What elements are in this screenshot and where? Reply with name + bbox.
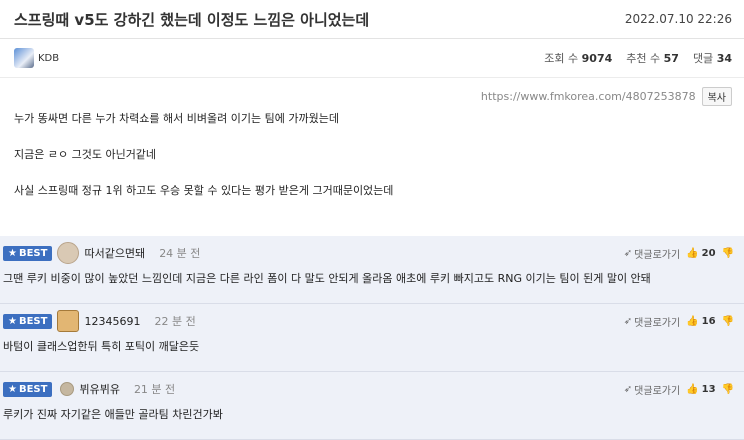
best-badge: ★ BEST — [3, 245, 53, 261]
downvote-button[interactable]: 👎 — [722, 248, 734, 259]
comment-time: 22 분 전 — [154, 315, 196, 328]
thumbs-up-icon: 👍 — [686, 248, 699, 259]
comment-nick[interactable]: 따서같으면돼 — [84, 245, 145, 261]
thumbs-down-icon: 👎 — [721, 384, 734, 395]
comment-actions: ➶ 댓글로가기 👍 16 👎 — [624, 314, 734, 329]
body-paragraph: 사실 스프링때 정규 1위 하고도 우승 못할 수 있다는 평가 받은게 그거때… — [14, 184, 394, 197]
post-meta: KDB 조회 수 9074 추천 수 57 댓글 34 — [0, 39, 744, 78]
comment-item: ★ BEST 12345691 22 분 전 ➶ 댓글로가기 👍 16 👎 바텀이 클… — [0, 304, 744, 372]
downvote-button[interactable]: 👎 — [722, 384, 734, 395]
reply-link[interactable]: ➶ 댓글로가기 — [624, 382, 680, 397]
comments-stat: 댓글 34 — [692, 52, 732, 65]
body-paragraph: 지금은 ㄹㅇ 그것도 아닌거같네 — [14, 148, 157, 161]
body-paragraph: 누가 똥싸면 다른 누가 차력쇼를 해서 비벼올려 이기는 팀에 가까웠는데 — [14, 112, 339, 125]
upvote-button[interactable]: 👍 13 — [686, 384, 715, 395]
upvote-button[interactable]: 👍 20 — [686, 248, 715, 259]
comment-actions: ➶ 댓글로가기 👍 20 👎 — [624, 246, 734, 261]
post-url[interactable]: https://www.fmkorea.com/4807253878 — [481, 90, 696, 103]
comment-text: 루키가 진짜 자기같은 애들만 골라팀 차린건가봐 — [3, 408, 223, 421]
thumbs-up-icon: 👍 — [686, 384, 699, 395]
post-date: 2022.07.10 22:26 — [624, 12, 732, 26]
post-stats: 조회 수 9074 추천 수 57 댓글 34 — [544, 50, 732, 66]
thumbs-up-icon: 👍 — [686, 316, 699, 327]
star-icon: ★ — [8, 247, 17, 259]
comment-text: 바텀이 클래스업한뒤 특히 포틱이 깨달은듯 — [3, 340, 200, 353]
comment-item: ★ BEST 뷔유뷔유 21 분 전 ➶ 댓글로가기 👍 13 👎 루키가 진짜 자기… — [0, 372, 744, 440]
downvote-button[interactable]: 👎 — [722, 316, 734, 327]
author[interactable]: KDB — [14, 48, 59, 68]
star-icon: ★ — [8, 315, 17, 327]
comment-time: 21 분 전 — [133, 383, 176, 396]
thumbs-down-icon: 👎 — [721, 316, 734, 327]
reply-link[interactable]: ➶ 댓글로가기 — [624, 314, 680, 329]
reply-arrow-icon: ➶ — [623, 248, 633, 259]
comment-avatar[interactable] — [60, 382, 75, 396]
best-badge: ★ BEST — [3, 313, 53, 329]
url-row: https://www.fmkorea.com/4807253878 복사 — [0, 78, 744, 106]
thumbs-down-icon: 👎 — [721, 248, 734, 259]
comment-avatar[interactable] — [57, 310, 80, 332]
post-title: 스프링때 v5도 강하긴 했는데 이정도 느낌은 아니었는데 — [14, 10, 370, 29]
upvote-button[interactable]: 👍 16 — [686, 316, 715, 327]
reply-arrow-icon: ➶ — [623, 384, 633, 395]
post-header: 스프링때 v5도 강하긴 했는데 이정도 느낌은 아니었는데 2022.07.1… — [0, 0, 744, 39]
best-comments: ★ BEST 따서같으면돼 24 분 전 ➶ 댓글로가기 👍 20 👎 그땐 루키 비… — [0, 236, 744, 440]
comment-actions: ➶ 댓글로가기 👍 13 👎 — [624, 382, 734, 397]
author-name[interactable]: KDB — [38, 53, 59, 64]
reply-link[interactable]: ➶ 댓글로가기 — [624, 246, 680, 261]
comment-text: 그땐 루키 비중이 많이 높았던 느낌인데 지금은 다른 라인 폼이 다 말도 … — [3, 272, 651, 285]
star-icon: ★ — [8, 383, 17, 395]
views-stat: 조회 수 9074 — [544, 52, 613, 65]
best-badge: ★ BEST — [3, 381, 53, 397]
comment-item: ★ BEST 따서같으면돼 24 분 전 ➶ 댓글로가기 👍 20 👎 그땐 루키 비… — [0, 236, 744, 304]
post-body: 누가 똥싸면 다른 누가 차력쇼를 해서 비벼올려 이기는 팀에 가까웠는데 지… — [0, 106, 744, 198]
comment-avatar[interactable] — [57, 242, 80, 264]
copy-url-button[interactable]: 복사 — [701, 87, 732, 106]
recommend-stat: 추천 수 57 — [626, 52, 679, 65]
comment-time: 24 분 전 — [159, 247, 201, 260]
reply-arrow-icon: ➶ — [623, 316, 633, 327]
comment-nick[interactable]: 12345691 — [84, 315, 140, 328]
comment-nick[interactable]: 뷔유뷔유 — [79, 381, 119, 397]
author-avatar[interactable] — [14, 48, 34, 68]
